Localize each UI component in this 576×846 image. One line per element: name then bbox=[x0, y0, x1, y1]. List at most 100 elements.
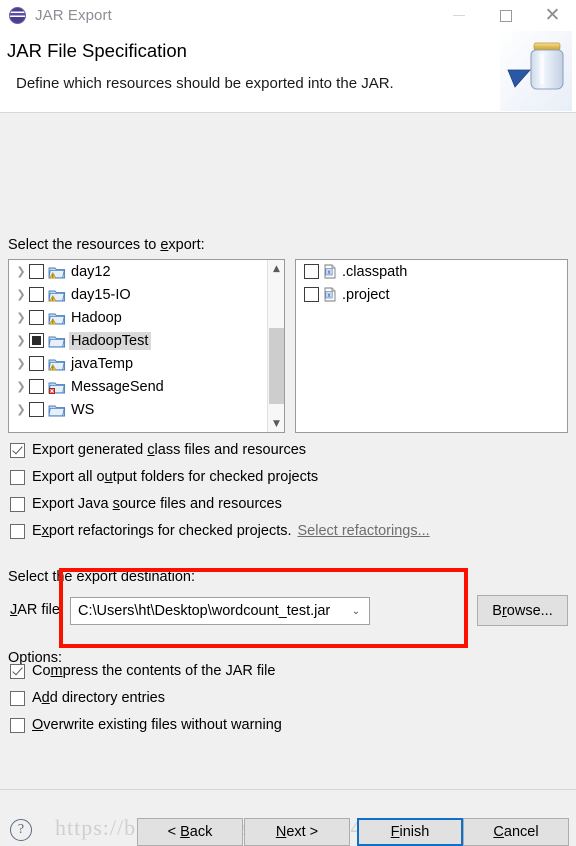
checkbox-box[interactable] bbox=[10, 663, 25, 679]
jar-export-dialog: JAR Export ✕ JAR File Specification Defi… bbox=[0, 0, 576, 846]
project-folder-error-icon bbox=[48, 382, 66, 394]
tree-row[interactable]: ❯ MessageSend bbox=[9, 375, 267, 398]
checkbox-add-directory-entries[interactable]: Add directory entries bbox=[10, 690, 165, 706]
window-title: JAR Export bbox=[35, 7, 112, 24]
checkbox-box[interactable] bbox=[10, 717, 25, 733]
tree-row-selected[interactable]: ❯ HadoopTest bbox=[9, 329, 267, 352]
tree-row-label: .project bbox=[342, 286, 390, 303]
row-checkbox[interactable] bbox=[29, 287, 44, 302]
row-checkbox[interactable] bbox=[29, 310, 44, 325]
row-checkbox[interactable] bbox=[29, 264, 44, 279]
chevron-down-icon[interactable]: ⌄ bbox=[343, 606, 369, 617]
checkbox-box[interactable] bbox=[10, 469, 25, 485]
cancel-button[interactable]: Cancel bbox=[463, 818, 569, 846]
row-checkbox[interactable] bbox=[29, 379, 44, 394]
tree-vertical-scrollbar[interactable]: ▲ ▼ bbox=[267, 260, 284, 432]
row-checkbox[interactable] bbox=[29, 402, 44, 417]
tree-row-label: day12 bbox=[71, 263, 111, 280]
page-title: JAR File Specification bbox=[7, 40, 187, 61]
tree-row[interactable]: ❯ WS bbox=[9, 398, 267, 421]
tree-row[interactable]: x .project bbox=[296, 283, 567, 306]
checkbox-box[interactable] bbox=[10, 442, 25, 458]
window-controls: ✕ bbox=[435, 0, 576, 31]
resources-tree-left[interactable]: ❯ day12 ❯ day15-IO ❯ Hadoop ❯ HadoopTest… bbox=[8, 259, 285, 433]
next-button[interactable]: Next > bbox=[244, 818, 350, 846]
expand-chevron-icon[interactable]: ❯ bbox=[13, 334, 29, 347]
tree-row-label: MessageSend bbox=[71, 378, 164, 395]
tree-row[interactable]: ❯ day15-IO bbox=[9, 283, 267, 306]
jar-file-label: JAR file: bbox=[10, 602, 64, 618]
resources-tree-right[interactable]: x .classpath x .project bbox=[295, 259, 568, 433]
expand-chevron-icon[interactable]: ❯ bbox=[13, 357, 29, 370]
checkbox-label: Add directory entries bbox=[32, 690, 165, 706]
minimize-icon bbox=[452, 15, 465, 16]
tree-row[interactable]: ❯ day12 bbox=[9, 260, 267, 283]
page-subtitle: Define which resources should be exporte… bbox=[16, 75, 394, 92]
project-folder-icon bbox=[48, 336, 66, 347]
dialog-body: Select the resources to export: ❯ day12 … bbox=[0, 113, 576, 846]
checkbox-export-class-files[interactable]: Export generated class files and resourc… bbox=[10, 442, 306, 458]
tree-row-label: WS bbox=[71, 401, 95, 418]
maximize-button[interactable] bbox=[482, 0, 529, 31]
scrollbar-thumb[interactable] bbox=[269, 328, 284, 404]
checkbox-label: Compress the contents of the JAR file bbox=[32, 663, 276, 679]
xml-file-icon: x bbox=[324, 287, 336, 302]
checkbox-overwrite-existing[interactable]: Overwrite existing files without warning bbox=[10, 717, 282, 733]
tree-row-label: .classpath bbox=[342, 263, 408, 280]
tree-row-label: HadoopTest bbox=[69, 331, 152, 350]
expand-chevron-icon[interactable]: ❯ bbox=[13, 403, 29, 416]
title-bar: JAR Export ✕ bbox=[0, 0, 576, 31]
back-button[interactable]: < Back bbox=[137, 818, 243, 846]
tree-row[interactable]: x .classpath bbox=[296, 260, 567, 283]
jar-file-combobox[interactable]: C:\Users\ht\Desktop\wordcount_test.jar ⌄ bbox=[70, 597, 370, 625]
project-folder-warning-icon bbox=[48, 290, 66, 302]
checkbox-compress-jar[interactable]: Compress the contents of the JAR file bbox=[10, 663, 275, 679]
eclipse-icon bbox=[9, 7, 26, 24]
close-icon: ✕ bbox=[544, 4, 561, 26]
checkbox-export-output-folders[interactable]: Export all output folders for checked pr… bbox=[10, 469, 318, 485]
row-checkbox[interactable] bbox=[29, 356, 44, 371]
checkbox-box[interactable] bbox=[10, 496, 25, 512]
expand-chevron-icon[interactable]: ❯ bbox=[13, 288, 29, 301]
expand-chevron-icon[interactable]: ❯ bbox=[13, 380, 29, 393]
finish-button[interactable]: Finish bbox=[357, 818, 463, 846]
maximize-icon bbox=[499, 9, 512, 22]
minimize-button[interactable] bbox=[435, 0, 482, 31]
project-folder-warning-icon bbox=[48, 359, 66, 371]
xml-file-icon: x bbox=[324, 264, 336, 279]
cancel-label: Cancel bbox=[493, 824, 539, 840]
resources-label: Select the resources to export: bbox=[8, 237, 205, 253]
expand-chevron-icon[interactable]: ❯ bbox=[13, 265, 29, 278]
tree-row[interactable]: ❯ javaTemp bbox=[9, 352, 267, 375]
row-checkbox[interactable] bbox=[304, 287, 319, 302]
project-folder-warning-icon bbox=[48, 313, 66, 325]
select-refactorings-link[interactable]: Select refactorings... bbox=[298, 523, 430, 539]
footer-separator bbox=[0, 789, 576, 790]
wizard-header: JAR File Specification Define which reso… bbox=[0, 31, 576, 113]
checkbox-box[interactable] bbox=[10, 690, 25, 706]
next-label: Next > bbox=[275, 824, 319, 840]
row-checkbox-grayed[interactable] bbox=[29, 333, 44, 348]
back-label: < Back bbox=[167, 824, 213, 840]
checkbox-label: Overwrite existing files without warning bbox=[32, 717, 282, 733]
checkbox-label: Export all output folders for checked pr… bbox=[32, 469, 319, 485]
browse-label: Browse... bbox=[492, 602, 553, 619]
row-checkbox[interactable] bbox=[304, 264, 319, 279]
scroll-up-icon[interactable]: ▲ bbox=[268, 260, 284, 277]
jar-file-value: C:\Users\ht\Desktop\wordcount_test.jar bbox=[78, 603, 331, 619]
checkbox-box[interactable] bbox=[10, 523, 25, 539]
checkbox-export-refactorings[interactable]: Export refactorings for checked projects… bbox=[10, 523, 430, 539]
project-folder-icon bbox=[48, 405, 66, 416]
checkbox-label: Export refactorings for checked projects… bbox=[32, 523, 292, 539]
scroll-down-icon[interactable]: ▼ bbox=[268, 415, 284, 432]
checkbox-export-java-source[interactable]: Export Java source files and resources bbox=[10, 496, 282, 512]
destination-section-label: Select the export destination: bbox=[8, 569, 196, 585]
checkbox-label: Export Java source files and resources bbox=[32, 496, 282, 512]
tree-row[interactable]: ❯ Hadoop bbox=[9, 306, 267, 329]
expand-chevron-icon[interactable]: ❯ bbox=[13, 311, 29, 324]
tree-row-label: javaTemp bbox=[71, 355, 134, 372]
close-button[interactable]: ✕ bbox=[529, 0, 576, 31]
checkbox-label: Export generated class files and resourc… bbox=[32, 442, 307, 458]
help-icon[interactable]: ? bbox=[10, 819, 32, 841]
browse-button[interactable]: Browse... bbox=[477, 595, 568, 626]
